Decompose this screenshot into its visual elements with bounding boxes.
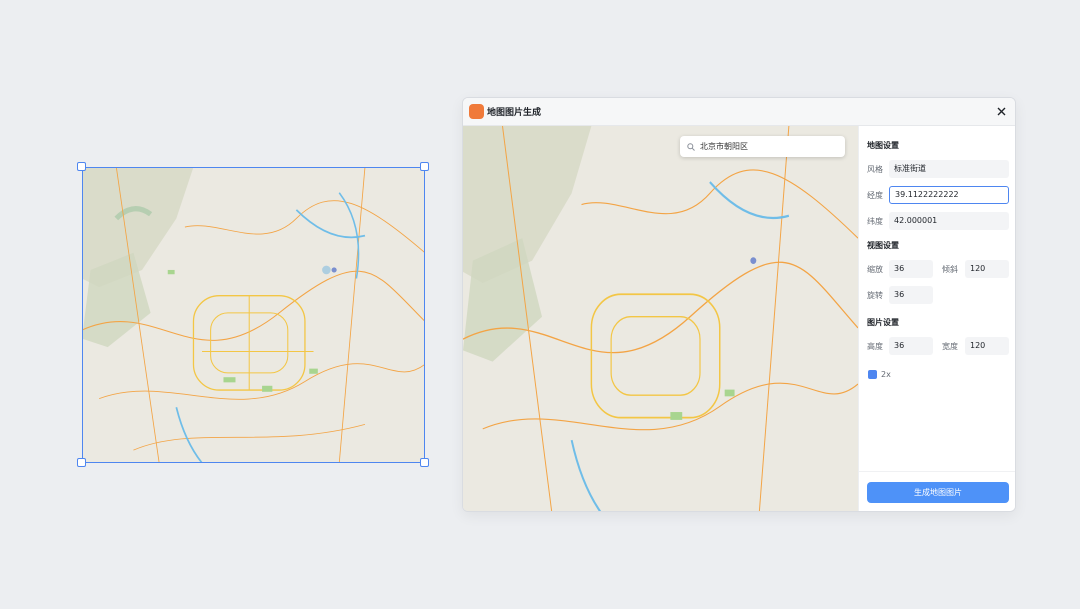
style-select-value: 标准街道 xyxy=(894,164,926,173)
height-label: 高度 xyxy=(867,342,883,351)
dialog-titlebar: 地图图片生成 xyxy=(463,98,1015,126)
resize-handle-top-left[interactable] xyxy=(77,162,86,171)
tilt-value: 120 xyxy=(970,264,986,273)
settings-panel: 地图设置 风格 标准街道 经度 39.1122222222 纬度 42.0000… xyxy=(858,126,1015,511)
map-graphic xyxy=(82,167,425,463)
panel-divider xyxy=(859,471,1015,472)
app-logo-icon xyxy=(469,104,484,119)
zoom-input[interactable]: 36 xyxy=(889,260,933,278)
zoom-label: 缩放 xyxy=(867,265,883,274)
map-search-input[interactable]: 北京市朝阳区 xyxy=(680,136,845,157)
resize-handle-bottom-left[interactable] xyxy=(77,458,86,467)
map-image-dialog: 地图图片生成 北京市朝阳区 地图设置 风格 标准街道 经度 39.1122222… xyxy=(462,97,1016,512)
lat-input[interactable]: 42.000001 xyxy=(889,212,1009,230)
lng-label: 经度 xyxy=(867,191,883,200)
search-value: 北京市朝阳区 xyxy=(700,142,748,151)
lat-label: 纬度 xyxy=(867,217,883,226)
retina-label: 2x xyxy=(881,370,891,379)
height-value: 36 xyxy=(894,341,905,350)
retina-checkbox[interactable] xyxy=(868,370,877,379)
tilt-input[interactable]: 120 xyxy=(965,260,1009,278)
resize-handle-bottom-right[interactable] xyxy=(420,458,429,467)
style-label: 风格 xyxy=(867,165,883,174)
style-select[interactable]: 标准街道 xyxy=(889,160,1009,178)
zoom-value: 36 xyxy=(894,264,905,273)
rotate-value: 36 xyxy=(894,290,905,299)
close-icon xyxy=(997,107,1005,115)
rotate-label: 旋转 xyxy=(867,291,883,300)
width-label: 宽度 xyxy=(942,342,958,351)
tilt-label: 倾斜 xyxy=(942,265,958,274)
height-input[interactable]: 36 xyxy=(889,337,933,355)
generate-map-image-button[interactable]: 生成地图图片 xyxy=(867,482,1009,503)
lng-input[interactable]: 39.1122222222 xyxy=(889,186,1009,204)
map-preview-graphic xyxy=(463,126,858,511)
view-settings-title: 视图设置 xyxy=(867,241,899,250)
map-preview[interactable]: 北京市朝阳区 xyxy=(463,126,858,511)
rotate-input[interactable]: 36 xyxy=(889,286,933,304)
lng-value: 39.1122222222 xyxy=(895,190,959,199)
dialog-title: 地图图片生成 xyxy=(487,108,542,118)
width-input[interactable]: 120 xyxy=(965,337,1009,355)
canvas-map-image[interactable] xyxy=(82,167,425,463)
lat-value: 42.000001 xyxy=(894,216,938,225)
resize-handle-top-right[interactable] xyxy=(420,162,429,171)
search-icon xyxy=(687,142,695,151)
image-settings-title: 图片设置 xyxy=(867,318,899,327)
width-value: 120 xyxy=(970,341,986,350)
map-settings-title: 地图设置 xyxy=(867,141,899,150)
close-button[interactable] xyxy=(993,103,1009,119)
